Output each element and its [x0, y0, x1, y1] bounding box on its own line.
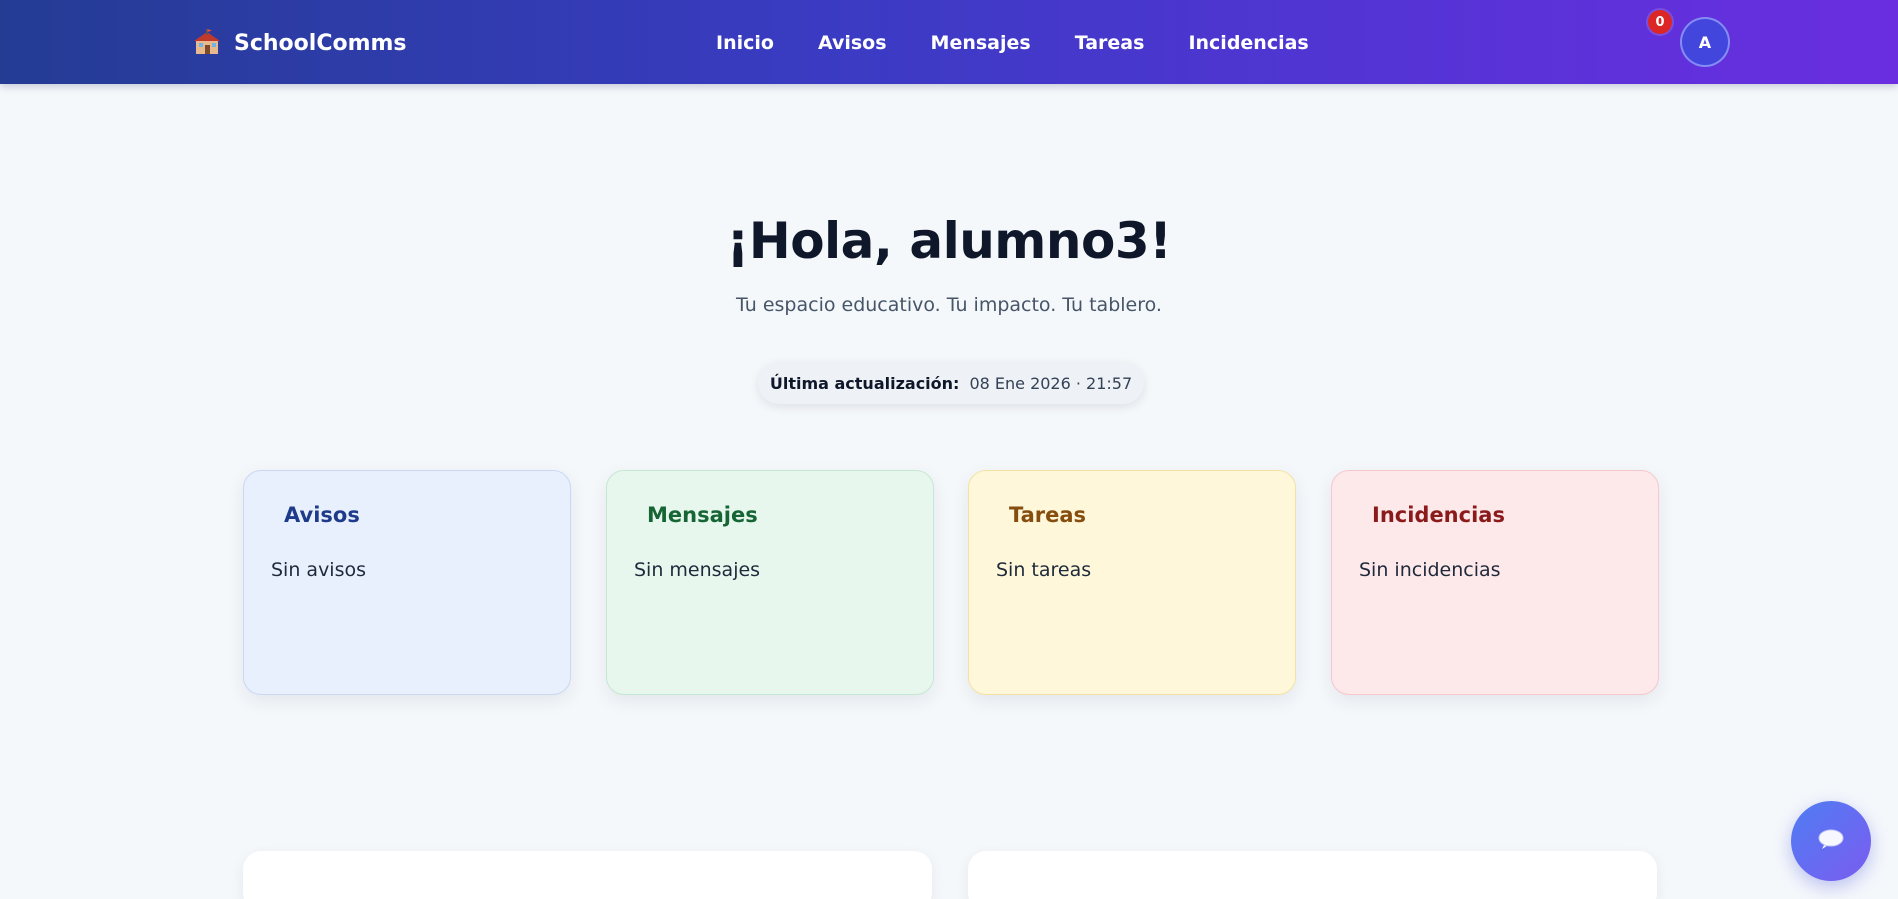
nav-mensajes[interactable]: Mensajes: [931, 28, 1031, 58]
card-title: Mensajes: [647, 503, 758, 527]
notification-badge[interactable]: 0: [1648, 10, 1672, 34]
lower-panel-left: [243, 851, 932, 899]
brand-name: SchoolComms: [234, 30, 407, 56]
card-incidencias[interactable]: Incidencias Sin incidencias: [1331, 470, 1659, 695]
card-avisos[interactable]: Avisos Sin avisos: [243, 470, 571, 695]
card-empty-text: Sin tareas: [996, 559, 1092, 581]
card-empty-text: Sin avisos: [271, 559, 367, 581]
card-title: Tareas: [1009, 503, 1087, 527]
last-update-value: 08 Ene 2026 · 21:57: [969, 373, 1133, 393]
last-update-pill: Última actualización: 08 Ene 2026 · 21:5…: [758, 362, 1144, 404]
page-greeting: ¡Hola, alumno3!: [726, 212, 1172, 270]
chat-bubble-icon: [1816, 827, 1846, 855]
lower-panel-right: [968, 851, 1657, 899]
card-title: Avisos: [284, 503, 360, 527]
card-empty-text: Sin mensajes: [634, 559, 761, 581]
last-update-label: Última actualización:: [769, 373, 960, 393]
nav-inicio[interactable]: Inicio: [716, 28, 774, 58]
avatar-initial: A: [1698, 32, 1712, 52]
card-mensajes[interactable]: Mensajes Sin mensajes: [606, 470, 934, 695]
card-title: Incidencias: [1372, 503, 1505, 527]
nav-tareas[interactable]: Tareas: [1075, 28, 1145, 58]
nav-avisos[interactable]: Avisos: [818, 28, 887, 58]
school-icon: [192, 28, 222, 58]
top-navbar: SchoolComms Inicio Avisos Mensajes Tarea…: [0, 0, 1898, 84]
page-subtitle: Tu espacio educativo. Tu impacto. Tu tab…: [736, 294, 1162, 316]
user-avatar[interactable]: A: [1680, 17, 1730, 67]
main-nav: Inicio Avisos Mensajes Tareas Incidencia…: [716, 28, 1309, 58]
nav-incidencias[interactable]: Incidencias: [1188, 28, 1308, 58]
chat-button[interactable]: [1791, 801, 1871, 881]
card-empty-text: Sin incidencias: [1359, 559, 1501, 581]
card-tareas[interactable]: Tareas Sin tareas: [968, 470, 1296, 695]
brand-link[interactable]: SchoolComms: [192, 26, 407, 60]
